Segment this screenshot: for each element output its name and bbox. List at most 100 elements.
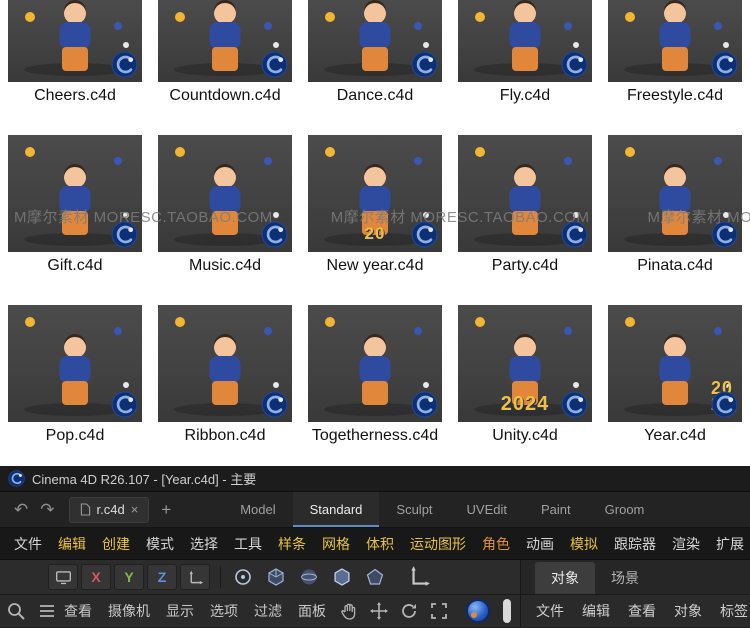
- menu-render[interactable]: 渲染: [664, 534, 708, 554]
- thumbnail-pinata[interactable]: [608, 135, 742, 252]
- file-name[interactable]: Pop.c4d: [9, 425, 141, 446]
- menu-simulate[interactable]: 模拟: [562, 534, 606, 554]
- axis-lock-y-button[interactable]: Y: [114, 564, 144, 590]
- viewport-menu-options[interactable]: 选项: [202, 601, 246, 621]
- layout-tab-uvedit[interactable]: UVEdit: [450, 492, 524, 527]
- pyramid-primitive-button[interactable]: [360, 564, 390, 590]
- layout-tab-model[interactable]: Model: [223, 492, 292, 527]
- viewport-menu-filter[interactable]: 过滤: [246, 601, 290, 621]
- thumbnail-unity[interactable]: 2024: [458, 305, 592, 422]
- tab-scene[interactable]: 场景: [595, 562, 655, 594]
- layout-tab-sculpt[interactable]: Sculpt: [379, 492, 449, 527]
- tab-objects[interactable]: 对象: [535, 562, 595, 594]
- document-tab[interactable]: r.c4d ×: [68, 496, 150, 523]
- vertical-scrollbar[interactable]: [503, 599, 511, 623]
- thumbnail-fly[interactable]: [458, 0, 592, 82]
- pan-hand-icon[interactable]: [339, 601, 359, 621]
- sphere-primitive-button[interactable]: [294, 564, 324, 590]
- axis-lock-z-button[interactable]: Z: [147, 564, 177, 590]
- menu-character[interactable]: 角色: [474, 534, 518, 554]
- toggle-view-icon[interactable]: [429, 601, 449, 621]
- character-illustration: [352, 334, 398, 410]
- file-name[interactable]: Dance.c4d: [309, 85, 441, 106]
- menu-file[interactable]: 文件: [6, 534, 50, 554]
- thumbnail-gift[interactable]: [8, 135, 142, 252]
- thumbnail-music[interactable]: [158, 135, 292, 252]
- thumbnail-togetherness[interactable]: [308, 305, 442, 422]
- watermark-text: M摩尔素材 MORESC.TAOBAO.COM: [330, 209, 590, 226]
- coordinate-system-button[interactable]: [180, 564, 210, 590]
- layout-tab-standard[interactable]: Standard: [292, 492, 380, 527]
- thumbnail-countdown[interactable]: [158, 0, 292, 82]
- undo-button[interactable]: ↶: [8, 501, 34, 518]
- move-arrows-icon[interactable]: [369, 601, 389, 621]
- navigation-ball-icon[interactable]: [466, 599, 490, 623]
- file-name[interactable]: Togetherness.c4d: [309, 425, 441, 446]
- viewport-menu-display[interactable]: 显示: [158, 601, 202, 621]
- menu-animate[interactable]: 动画: [518, 534, 562, 554]
- toolbar-separator: [220, 566, 221, 588]
- thumbnail-cheers[interactable]: [8, 0, 142, 82]
- menu-mesh[interactable]: 网格: [314, 534, 358, 554]
- object-menu-edit[interactable]: 编辑: [573, 601, 619, 621]
- thumbnail-party[interactable]: [458, 135, 592, 252]
- c4d-badge-icon: [561, 51, 588, 78]
- viewport-hamburger-icon[interactable]: [38, 604, 56, 618]
- c4d-badge-icon: [261, 51, 288, 78]
- window-titlebar[interactable]: Cinema 4D R26.107 - [Year.c4d] - 主要: [0, 466, 750, 492]
- menu-tools[interactable]: 工具: [226, 534, 270, 554]
- axis-lock-x-button[interactable]: X: [81, 564, 111, 590]
- layout-tab-label: Paint: [541, 502, 571, 517]
- menu-select[interactable]: 选择: [182, 534, 226, 554]
- thumbnail-new-year[interactable]: 20: [308, 135, 442, 252]
- c4d-badge-icon: [261, 391, 288, 418]
- menu-edit[interactable]: 编辑: [50, 534, 94, 554]
- object-menu-file[interactable]: 文件: [527, 601, 573, 621]
- menu-tracker[interactable]: 跟踪器: [606, 534, 664, 554]
- layout-tab-label: Model: [240, 502, 276, 517]
- menu-extensions[interactable]: 扩展: [708, 534, 750, 554]
- file-name[interactable]: Music.c4d: [159, 255, 291, 276]
- viewport-menu-panel[interactable]: 面板: [290, 601, 334, 621]
- layout-tab-paint[interactable]: Paint: [524, 492, 588, 527]
- file-name[interactable]: Pinata.c4d: [609, 255, 741, 276]
- thumbnail-ribbon[interactable]: [158, 305, 292, 422]
- file-name[interactable]: Unity.c4d: [459, 425, 591, 446]
- file-name[interactable]: New year.c4d: [309, 255, 441, 276]
- menu-mograph[interactable]: 运动图形: [402, 534, 474, 554]
- redo-button[interactable]: ↷: [34, 501, 60, 518]
- magnifier-icon[interactable]: [6, 601, 26, 621]
- layout-tab-groom[interactable]: Groom: [588, 492, 662, 527]
- character-illustration: [202, 0, 248, 76]
- object-menu-tags[interactable]: 标签: [711, 601, 750, 621]
- spline-pen-button[interactable]: [228, 564, 258, 590]
- menu-mode[interactable]: 模式: [138, 534, 182, 554]
- render-view-button[interactable]: [48, 564, 78, 590]
- file-name[interactable]: Year.c4d: [609, 425, 741, 446]
- add-tab-button[interactable]: +: [153, 500, 179, 520]
- menu-spline[interactable]: 样条: [270, 534, 314, 554]
- file-name[interactable]: Gift.c4d: [9, 255, 141, 276]
- rotate-view-icon[interactable]: [399, 601, 419, 621]
- file-name[interactable]: Ribbon.c4d: [159, 425, 291, 446]
- cube-primitive-button[interactable]: [261, 564, 291, 590]
- object-menu-object[interactable]: 对象: [665, 601, 711, 621]
- thumbnail-freestyle[interactable]: [608, 0, 742, 82]
- close-tab-icon[interactable]: ×: [131, 502, 139, 517]
- viewport-menu-view[interactable]: 查看: [56, 601, 100, 621]
- menu-volume[interactable]: 体积: [358, 534, 402, 554]
- object-menu-view[interactable]: 查看: [619, 601, 665, 621]
- platonic-primitive-button[interactable]: [327, 564, 357, 590]
- file-name[interactable]: Fly.c4d: [459, 85, 591, 106]
- c4d-badge-icon: [561, 391, 588, 418]
- file-name[interactable]: Cheers.c4d: [9, 85, 141, 106]
- viewport-menu-cameras[interactable]: 摄像机: [100, 601, 158, 621]
- thumbnail-dance[interactable]: [308, 0, 442, 82]
- thumbnail-pop[interactable]: [8, 305, 142, 422]
- file-name[interactable]: Countdown.c4d: [159, 85, 291, 106]
- menu-create[interactable]: 创建: [94, 534, 138, 554]
- viewport-menu-row: 查看 摄像机 显示 选项 过滤 面板 文件 编辑 查看 对象 标签: [0, 595, 750, 627]
- file-name[interactable]: Party.c4d: [459, 255, 591, 276]
- file-name[interactable]: Freestyle.c4d: [609, 85, 741, 106]
- thumbnail-year[interactable]: 20 24: [608, 305, 742, 422]
